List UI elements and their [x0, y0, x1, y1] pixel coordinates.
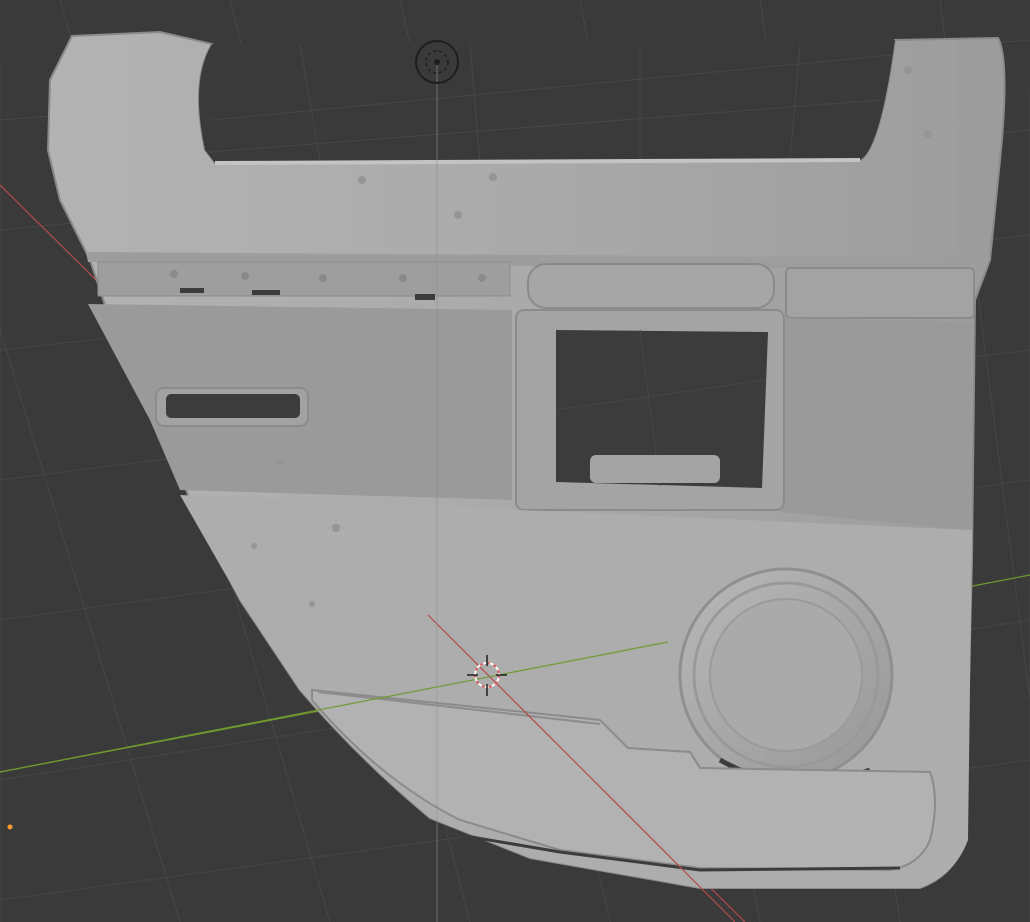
- object-origin-dot: [7, 824, 13, 830]
- 3d-viewport[interactable]: [0, 0, 1030, 922]
- door-panel-mesh[interactable]: [46, 30, 1006, 889]
